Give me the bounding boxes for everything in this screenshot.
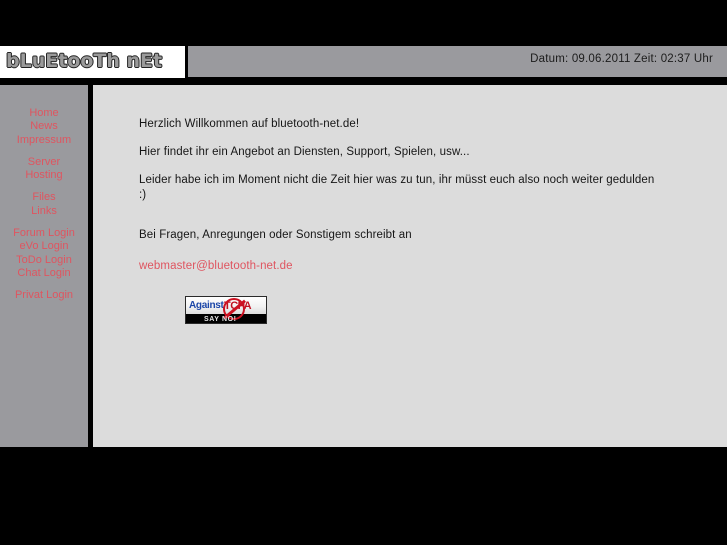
sidebar-group-services: Server Hosting <box>0 156 88 183</box>
sidebar-item-evo-login[interactable]: eVo Login <box>0 240 88 253</box>
page-root: bLuEtooTh nEt Datum: 09.06.2011 Zeit: 02… <box>0 0 727 545</box>
sidebar-item-server[interactable]: Server <box>0 156 88 169</box>
welcome-text: Herzlich Willkommen auf bluetooth-net.de… <box>139 118 360 130</box>
notice-text: Leider habe ich im Moment nicht die Zeit… <box>139 174 655 201</box>
sidebar-item-news[interactable]: News <box>0 120 88 133</box>
sidebar-item-impressum[interactable]: Impressum <box>0 134 88 147</box>
webmaster-email-link[interactable]: webmaster@bluetooth-net.de <box>139 260 293 272</box>
sidebar-item-chat-login[interactable]: Chat Login <box>0 267 88 280</box>
main-content: Herzlich Willkommen auf bluetooth-net.de… <box>93 85 727 447</box>
banner-against-text: Against <box>189 300 224 311</box>
sidebar-group-main: Home News Impressum <box>0 107 88 147</box>
sidebar-item-links[interactable]: Links <box>0 205 88 218</box>
site-header: bLuEtooTh nEt Datum: 09.06.2011 Zeit: 02… <box>0 46 727 78</box>
sidebar-item-forum-login[interactable]: Forum Login <box>0 227 88 240</box>
sidebar-nav: Home News Impressum Server Hosting Files… <box>0 85 88 447</box>
sidebar-group-logins: Forum Login eVo Login ToDo Login Chat Lo… <box>0 227 88 280</box>
site-logo-text: bLuEtooTh nEt <box>5 49 163 72</box>
sidebar-item-files[interactable]: Files <box>0 191 88 204</box>
header-bar: Datum: 09.06.2011 Zeit: 02:37 Uhr <box>188 46 727 77</box>
site-logo[interactable]: bLuEtooTh nEt <box>0 46 185 78</box>
banner-slogan-text: SAY NO! <box>204 315 237 323</box>
sidebar-item-privat-login[interactable]: Privat Login <box>0 289 88 302</box>
header-datetime: Datum: 09.06.2011 Zeit: 02:37 Uhr <box>530 53 713 65</box>
content-body: Herzlich Willkommen auf bluetooth-net.de… <box>139 117 659 324</box>
sidebar-item-hosting[interactable]: Hosting <box>0 169 88 182</box>
against-tcpa-banner[interactable]: Against TCPA SAY NO! <box>185 296 267 324</box>
sidebar-item-todo-login[interactable]: ToDo Login <box>0 254 88 267</box>
contact-intro-text: Bei Fragen, Anregungen oder Sonstigem sc… <box>139 229 412 241</box>
sidebar-group-private: Privat Login <box>0 289 88 302</box>
sidebar-item-home[interactable]: Home <box>0 107 88 120</box>
sidebar-top-spacer <box>0 85 88 107</box>
offer-text: Hier findet ihr ein Angebot an Diensten,… <box>139 146 470 158</box>
sidebar-group-resources: Files Links <box>0 191 88 218</box>
